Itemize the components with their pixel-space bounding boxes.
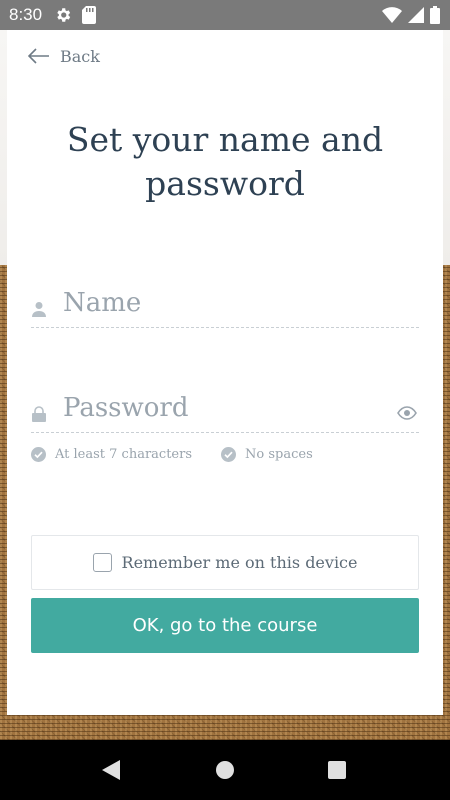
rule-no-spaces: No spaces [221, 447, 313, 462]
gear-icon [57, 8, 71, 22]
remember-me-label: Remember me on this device [121, 553, 358, 572]
navigation-bar [0, 740, 450, 800]
login-card: Back Set your name and password At least… [7, 30, 443, 715]
battery-icon [430, 6, 440, 24]
submit-button[interactable]: OK, go to the course [31, 598, 419, 653]
signal-icon [408, 7, 424, 23]
remember-me-checkbox[interactable] [92, 553, 112, 572]
back-triangle-icon[interactable] [102, 760, 120, 780]
password-field [31, 388, 419, 433]
lock-icon [32, 406, 46, 422]
remember-me-toggle[interactable]: Remember me on this device [31, 535, 419, 590]
eye-icon[interactable] [397, 406, 417, 420]
person-icon [32, 302, 46, 317]
status-right-icons [382, 6, 440, 24]
back-button[interactable]: Back [28, 44, 100, 68]
password-rules: At least 7 characters No spaces [31, 447, 313, 462]
status-bar: 8:30 [0, 0, 450, 30]
wifi-icon [382, 7, 402, 23]
back-label: Back [60, 46, 100, 66]
name-field [31, 283, 419, 328]
status-left-icons [54, 6, 97, 24]
sd-card-icon [82, 6, 97, 24]
rule-label: No spaces [245, 447, 313, 462]
home-circle-icon[interactable] [216, 761, 234, 779]
rule-min-length: At least 7 characters [31, 447, 192, 462]
check-circle-icon [31, 447, 46, 462]
name-input[interactable] [63, 285, 389, 321]
password-input[interactable] [63, 390, 389, 426]
arrow-left-icon [28, 48, 49, 64]
check-circle-icon [221, 447, 237, 462]
recents-square-icon[interactable] [328, 761, 346, 779]
rule-label: At least 7 characters [55, 447, 193, 462]
status-time: 8:30 [9, 5, 43, 24]
page-title: Set your name and password [66, 120, 384, 203]
